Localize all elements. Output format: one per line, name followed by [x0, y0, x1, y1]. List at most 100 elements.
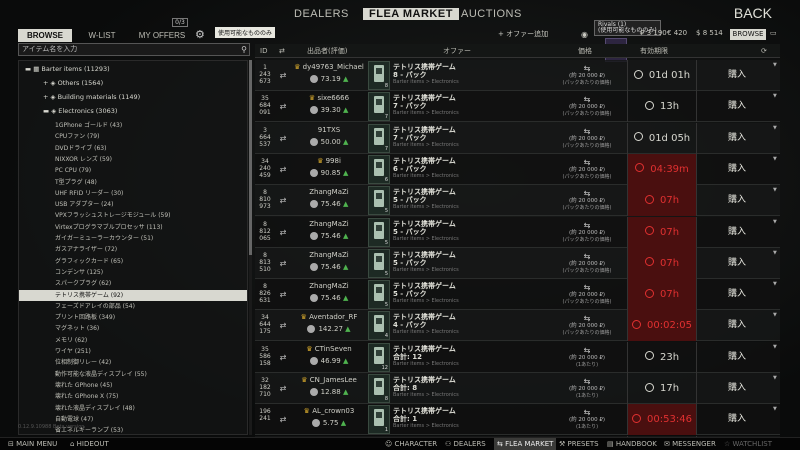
refresh-icon[interactable]: ⟳ — [761, 44, 767, 58]
tetris-item-icon[interactable]: 6 — [368, 154, 390, 184]
tetris-item-icon[interactable]: 5 — [368, 280, 390, 310]
tree-item[interactable]: NIXXOR レンズ (59) — [19, 154, 247, 165]
tree-item[interactable]: USB アダプター (24) — [19, 199, 247, 210]
back-button[interactable]: BACK — [734, 5, 772, 21]
tree-item[interactable]: ワイヤ (251) — [19, 346, 247, 357]
tetris-item-icon[interactable]: 7 — [368, 92, 390, 122]
item-name[interactable]: テトリス携帯ゲーム — [393, 282, 543, 290]
table-row[interactable]: 8 810 973 ⇄ ZhangMaZi 75.46 ▲ 5 テトリス携帯ゲーム 5 - … — [255, 185, 780, 217]
tree-item[interactable]: メモリ (62) — [19, 335, 247, 346]
seller[interactable]: ZhangMaZi 75.46 ▲ — [291, 217, 367, 248]
table-row[interactable]: 1 243 673 ⇄ ♛ dy49763_Michael 73.19 ▲ 8 テトリス携… — [255, 60, 780, 91]
buy-button[interactable]: 購入 — [701, 154, 773, 185]
buy-button[interactable]: 購入 — [701, 185, 773, 216]
seller[interactable]: ♛ dy49763_Michael 73.19 ▲ — [291, 60, 367, 91]
tree-item[interactable]: コンデンサ (125) — [19, 267, 247, 278]
buy-button[interactable]: 購入 — [701, 248, 773, 279]
table-row[interactable]: 35 586 158 ⇄ ♛ CTinSeven 46.99 ▲ 12 テトリス携帯ゲーム… — [255, 341, 780, 373]
tree-root[interactable]: ▬ ▦ Barter items (11293) — [19, 64, 247, 75]
search-input[interactable]: アイテム名を入力 ⚲ — [18, 43, 250, 56]
seller[interactable]: ♛ Aventador_RF 142.27 ▲ — [291, 310, 367, 341]
buy-button[interactable]: 購入 — [701, 279, 773, 310]
tree-cat-building[interactable]: + ◈ Building materials (1149) — [19, 92, 247, 103]
table-row[interactable]: 8 813 510 ⇄ ZhangMaZi 75.46 ▲ 5 テトリス携帯ゲーム 5 - … — [255, 247, 780, 279]
buy-button[interactable]: 購入 — [701, 91, 773, 122]
tetris-item-icon[interactable]: 8 — [368, 61, 390, 90]
tree-item[interactable]: フェーズドアレイの部品 (54) — [19, 301, 247, 312]
chevron-down-icon[interactable]: ▼ — [773, 217, 780, 248]
header-price[interactable]: 価格 — [578, 44, 592, 58]
tree-item[interactable]: PC CPU (79) — [19, 165, 247, 176]
flea-market-button[interactable]: ⇆ FLEA MARKET — [494, 438, 557, 450]
table-row[interactable]: 8 812 065 ⇄ ZhangMaZi 75.46 ▲ 5 テトリス携帯ゲーム 5 - … — [255, 216, 780, 248]
seller-name[interactable]: CTinSeven — [315, 345, 352, 353]
seller[interactable]: ZhangMaZi 75.46 ▲ — [291, 248, 367, 279]
seller-name[interactable]: ZhangMaZi — [309, 251, 348, 259]
tree-item[interactable]: プリント回路板 (349) — [19, 312, 247, 323]
seller-name[interactable]: 998i — [326, 157, 341, 165]
chevron-down-icon[interactable]: ▼ — [773, 279, 780, 310]
search-icon[interactable]: ⚲ — [241, 44, 247, 55]
tree-item[interactable]: VPXフラッシュストレージモジュール (59) — [19, 210, 247, 221]
buy-button[interactable]: 購入 — [701, 60, 773, 91]
barter-item-icon[interactable]: ⇆ — [547, 252, 627, 261]
tree-item[interactable]: ガスアナライザー (72) — [19, 244, 247, 255]
tree-item[interactable]: スパークプラグ (62) — [19, 278, 247, 289]
chevron-down-icon[interactable]: ▼ — [773, 404, 780, 435]
tetris-item-icon[interactable]: 4 — [368, 311, 390, 341]
tree-item[interactable]: T型プラグ (48) — [19, 177, 247, 188]
chevron-down-icon[interactable]: ▼ — [773, 248, 780, 279]
main-menu-button[interactable]: ⊟ MAIN MENU — [8, 438, 57, 450]
table-row[interactable]: 8 826 631 ⇄ ZhangMaZi 75.46 ▲ 5 テトリス携帯ゲーム 5 - … — [255, 279, 780, 311]
tetris-item-icon[interactable]: 5 — [368, 248, 390, 278]
barter-item-icon[interactable]: ⇆ — [547, 377, 627, 386]
barter-item-icon[interactable]: ⇆ — [547, 283, 627, 292]
seller-name[interactable]: ZhangMaZi — [309, 188, 348, 196]
seller-name[interactable]: ZhangMaZi — [309, 282, 348, 290]
character-button[interactable]: ☺ CHARACTER — [385, 438, 437, 450]
hideout-button[interactable]: ⌂ HIDEOUT — [70, 438, 109, 450]
chevron-down-icon[interactable]: ▼ — [773, 91, 780, 122]
tab-wlist[interactable]: W-LIST — [82, 29, 122, 42]
gear-icon[interactable]: ⚙ — [195, 28, 205, 41]
item-name[interactable]: テトリス携帯ゲーム — [393, 188, 543, 196]
barter-item-icon[interactable]: ⇆ — [547, 127, 627, 136]
item-name[interactable]: テトリス携帯ゲーム — [393, 345, 543, 353]
rivals-icon[interactable]: ◉ — [581, 30, 588, 39]
barter-item-icon[interactable]: ⇆ — [547, 189, 627, 198]
tree-item[interactable]: マグネット (36) — [19, 323, 247, 334]
item-name[interactable]: テトリス携帯ゲーム — [393, 126, 543, 134]
barter-item-icon[interactable]: ⇆ — [547, 64, 627, 73]
barter-item-icon[interactable]: ⇆ — [547, 221, 627, 230]
seller[interactable]: ♛ sixe6666 39.30 ▲ — [291, 91, 367, 122]
add-offer-button[interactable]: + オファー追加 — [498, 29, 548, 39]
seller-name[interactable]: sixe6666 — [317, 94, 349, 102]
item-name[interactable]: テトリス携帯ゲーム — [393, 63, 543, 71]
seller-name[interactable]: AL_crown03 — [312, 407, 354, 415]
barter-item-icon[interactable]: ⇆ — [547, 158, 627, 167]
tetris-item-icon[interactable]: 8 — [368, 374, 390, 403]
tree-item[interactable]: テトリス携帯ゲーム (92) — [19, 289, 247, 301]
tree-cat-others[interactable]: + ◈ Others (1564) — [19, 78, 247, 89]
buy-button[interactable]: 購入 — [701, 310, 773, 341]
tree-item[interactable]: 動作可能な液晶ディスプレイ (55) — [19, 369, 247, 380]
tree-item[interactable]: グラフィックカード (65) — [19, 256, 247, 267]
handbook-button[interactable]: ▤ HANDBOOK — [607, 438, 657, 450]
item-name[interactable]: テトリス携帯ゲーム — [393, 376, 543, 384]
chevron-down-icon[interactable]: ▼ — [773, 342, 780, 373]
item-name[interactable]: テトリス携帯ゲーム — [393, 251, 543, 259]
buy-button[interactable]: 購入 — [701, 123, 773, 154]
tree-item[interactable]: ガイガーミューラーカウンター (51) — [19, 233, 247, 244]
table-row[interactable]: 32 182 710 ⇄ ♛ CN_JamesLee 12.88 ▲ 8 テトリス携帯ゲー… — [255, 373, 780, 404]
table-row[interactable]: 35 684 091 ⇄ ♛ sixe6666 39.30 ▲ 7 テトリス携帯ゲーム 7 … — [255, 91, 780, 123]
tetris-item-icon[interactable]: 12 — [368, 342, 390, 372]
buy-button[interactable]: 購入 — [701, 217, 773, 248]
buy-button[interactable]: 購入 — [701, 404, 773, 435]
table-row[interactable]: 196 241 ⇄ ♛ AL_crown03 5.75 ▲ 1 テトリス携帯ゲーム 合計: … — [255, 404, 780, 436]
watchlist-button[interactable]: ☆ WATCHLIST — [724, 438, 772, 450]
nav-auctions[interactable]: AUCTIONS — [461, 8, 522, 20]
barter-item-icon[interactable]: ⇆ — [547, 408, 627, 417]
header-expiry[interactable]: 有効期限 — [640, 44, 668, 58]
tree-cat-electronics[interactable]: ▬ ◈ Electronics (3063) — [19, 106, 247, 117]
nav-dealers[interactable]: DEALERS — [294, 8, 349, 20]
